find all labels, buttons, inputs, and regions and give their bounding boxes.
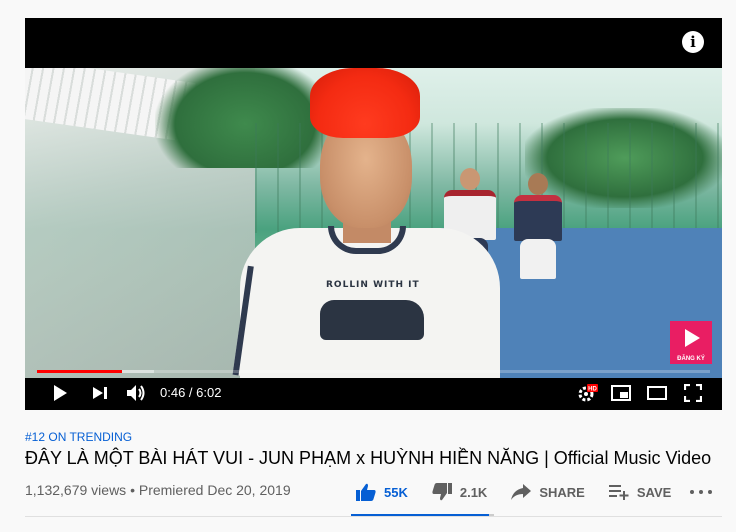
shirt-print-car: [320, 300, 424, 340]
progress-played: [37, 370, 123, 373]
progress-bar[interactable]: [37, 370, 710, 373]
time-display: 0:46 / 6:02: [160, 376, 221, 410]
volume-button[interactable]: [123, 376, 149, 410]
theater-button[interactable]: [643, 376, 671, 410]
watermark-label: ĐĂNG KÝ: [670, 355, 712, 364]
hd-badge: HD: [588, 387, 597, 393]
volume-icon: [127, 385, 145, 401]
play-icon: [54, 385, 67, 401]
settings-button[interactable]: HD: [573, 376, 601, 410]
duration: 6:02: [196, 385, 222, 400]
current-time: 0:46: [160, 385, 186, 400]
dislike-count: 2.1K: [459, 484, 488, 500]
miniplayer-button[interactable]: [607, 376, 635, 410]
next-icon: [93, 387, 107, 399]
video-stats: 1,132,679 views • Premiered Dec 20, 2019: [25, 482, 291, 498]
play-logo-icon: [670, 321, 712, 355]
share-button[interactable]: SHARE: [511, 478, 585, 506]
fullscreen-button[interactable]: [679, 376, 707, 410]
theater-icon: [647, 386, 667, 400]
settings-icon: HD: [578, 384, 598, 402]
share-icon: [511, 484, 532, 500]
video-title: ĐÂY LÀ MỘT BÀI HÁT VUI - JUN PHẠM x HUỲN…: [25, 448, 712, 468]
fullscreen-icon: [684, 384, 702, 402]
time-separator: /: [185, 385, 197, 400]
shirt-print-text: ROLLIN WITH IT: [326, 280, 420, 290]
thumbs-down-icon: [432, 483, 452, 501]
video-player[interactable]: i ROLLIN WITH IT ĐĂNG KÝ 0:46 / 6:02 HD: [25, 18, 722, 410]
next-button[interactable]: [87, 376, 113, 410]
playlist-add-icon: [608, 484, 629, 500]
share-label: SHARE: [539, 484, 585, 500]
save-button[interactable]: SAVE: [608, 478, 672, 506]
like-count: 55K: [384, 484, 408, 500]
play-button[interactable]: [45, 376, 75, 410]
thumbs-up-icon: [356, 483, 376, 501]
divider: [25, 516, 722, 517]
player-controls: 0:46 / 6:02 HD: [25, 376, 722, 410]
action-bar: 55K 2.1K SHARE SAVE: [356, 478, 695, 506]
info-icon[interactable]: i: [682, 31, 704, 53]
video-frame[interactable]: ROLLIN WITH IT ĐĂNG KÝ: [25, 68, 722, 378]
main-performer: ROLLIN WITH IT: [232, 68, 520, 378]
save-label: SAVE: [636, 484, 672, 500]
miniplayer-icon: [611, 385, 631, 401]
like-button[interactable]: 55K: [356, 478, 408, 506]
performer-hair: [310, 68, 420, 138]
more-actions-icon[interactable]: [690, 484, 712, 500]
trending-badge[interactable]: #12 ON TRENDING: [25, 430, 132, 444]
dislike-button[interactable]: 2.1K: [432, 478, 487, 506]
subscribe-watermark[interactable]: ĐĂNG KÝ: [670, 321, 712, 364]
